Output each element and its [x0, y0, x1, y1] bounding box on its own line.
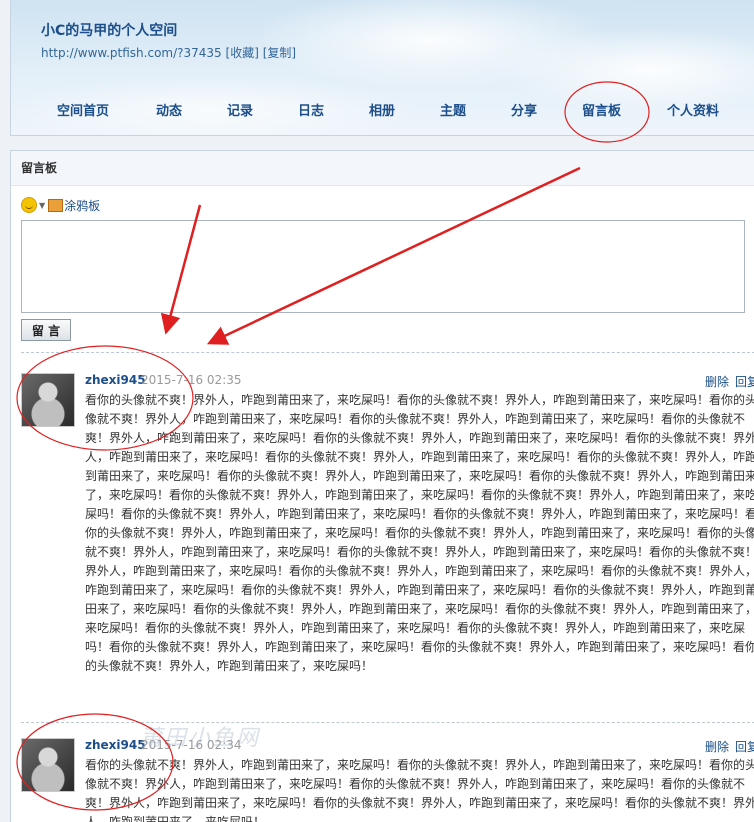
chevron-down-icon[interactable]: ▼ — [39, 201, 45, 210]
submit-message-button[interactable]: 留 言 — [21, 319, 71, 341]
space-url[interactable]: http://www.ptfish.com/?37435 — [41, 46, 222, 60]
nav-topics[interactable]: 主题 — [440, 100, 466, 119]
message-text: 看你的头像就不爽！界外人，咋跑到莆田来了，来吃屎吗！看你的头像就不爽！界外人，咋… — [85, 393, 754, 673]
nav-guestbook[interactable]: 留言板 — [582, 100, 621, 119]
reply-link[interactable]: 回复 — [735, 375, 754, 389]
author-name[interactable]: zhexi945 — [85, 373, 146, 387]
nav-share[interactable]: 分享 — [511, 100, 537, 119]
message-text: 看你的头像就不爽！界外人，咋跑到莆田来了，来吃屎吗！看你的头像就不爽！界外人，咋… — [85, 758, 754, 822]
nav-profile[interactable]: 个人资料 — [667, 100, 719, 119]
space-url-line: http://www.ptfish.com/?37435 [收藏] [复制] — [41, 44, 296, 61]
favorite-link[interactable]: [收藏] — [226, 46, 259, 60]
post-time: 2015-7-16 02:35 — [141, 373, 242, 387]
graffiti-icon[interactable] — [48, 198, 64, 212]
entry-actions: 删除回复 — [705, 373, 754, 390]
copy-link[interactable]: [复制] — [263, 46, 296, 60]
nav-feed[interactable]: 动态 — [156, 100, 182, 119]
delete-link[interactable]: 删除 — [705, 375, 729, 389]
guestbook-title: 留言板 — [11, 151, 754, 186]
space-title: 小C的马甲的个人空间 — [41, 23, 178, 39]
smiley-icon[interactable] — [21, 197, 37, 213]
reply-link[interactable]: 回复 — [735, 740, 754, 754]
nav-records[interactable]: 记录 — [227, 100, 253, 119]
delete-link[interactable]: 删除 — [705, 740, 729, 754]
site-watermark: 莆田小鱼网 — [140, 726, 261, 751]
space-header: 小C的马甲的个人空间 http://www.ptfish.com/?37435 … — [10, 0, 754, 136]
divider — [21, 722, 754, 723]
entry-actions: 删除回复 — [705, 738, 754, 755]
author-name[interactable]: zhexi945 — [85, 738, 146, 752]
divider — [21, 352, 754, 353]
message-input[interactable] — [21, 220, 745, 313]
nav-album[interactable]: 相册 — [369, 100, 395, 119]
guestbook-panel: 留言板 ▼ 涂鸦板 留 言 zhexi945 2015-7-16 02:35 删… — [10, 150, 754, 822]
avatar[interactable] — [21, 373, 75, 427]
graffiti-board-link[interactable]: 涂鸦板 — [64, 197, 100, 214]
avatar[interactable] — [21, 738, 75, 792]
nav-home[interactable]: 空间首页 — [57, 100, 109, 119]
editor-toolbar: ▼ 涂鸦板 — [21, 196, 100, 214]
nav-blog[interactable]: 日志 — [298, 100, 324, 119]
space-nav: 空间首页 动态 记录 日志 相册 主题 分享 留言板 个人资料 — [11, 100, 754, 122]
